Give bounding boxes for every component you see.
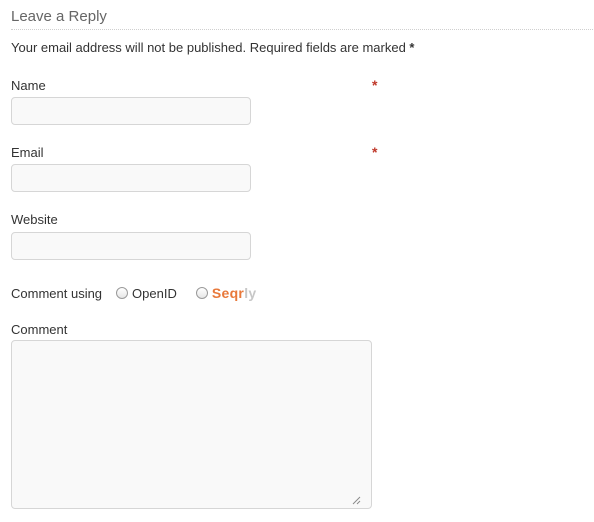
resize-grip-icon[interactable] — [351, 495, 361, 505]
website-label: Website — [11, 212, 58, 227]
email-required-marker: * — [372, 144, 378, 160]
seqrly-option[interactable]: Seqrly — [195, 285, 257, 301]
openid-radio[interactable] — [116, 287, 129, 299]
comment-label: Comment — [11, 322, 68, 337]
openid-label: OpenID — [132, 285, 177, 301]
comment-using-row: Comment using OpenID Seqrly — [11, 284, 256, 302]
comment-textarea[interactable] — [11, 340, 372, 509]
seqrly-logo: Seqrly — [212, 285, 257, 301]
name-required-marker: * — [372, 77, 378, 93]
required-note: Your email address will not be published… — [11, 40, 414, 55]
seqrly-logo-part2: ly — [244, 285, 257, 301]
name-field[interactable] — [11, 97, 251, 125]
email-label: Email — [11, 145, 44, 160]
name-label: Name — [11, 78, 46, 93]
required-note-star: * — [409, 40, 415, 55]
email-field[interactable] — [11, 164, 251, 192]
comment-using-label: Comment using — [11, 285, 103, 301]
reply-heading: Leave a Reply — [11, 8, 593, 30]
openid-option[interactable]: OpenID — [116, 286, 177, 301]
required-note-text: Your email address will not be published… — [11, 40, 406, 55]
website-field[interactable] — [11, 232, 251, 260]
seqrly-radio[interactable] — [195, 287, 208, 299]
seqrly-logo-part1: Seqr — [211, 285, 245, 301]
